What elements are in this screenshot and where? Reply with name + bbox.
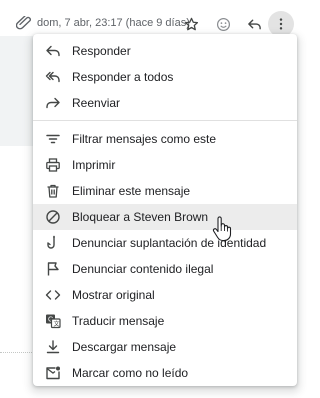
menu-item-reply-all[interactable]: Responder a todos	[33, 64, 297, 90]
translate-icon: G文	[45, 313, 61, 329]
download-icon	[45, 339, 61, 355]
menu-item-print[interactable]: Imprimir	[33, 152, 297, 178]
star-icon	[184, 17, 198, 30]
svg-text:文: 文	[54, 320, 60, 328]
forward-icon	[45, 95, 61, 111]
reply-all-icon	[45, 69, 61, 85]
message-date: dom, 7 abr, 23:17 (hace 9 días)	[37, 17, 190, 29]
menu-item-block-sender[interactable]: Bloquear a Steven Brown	[33, 204, 297, 230]
menu-item-forward[interactable]: Reenviar	[33, 90, 297, 116]
phishing-hook-icon	[45, 235, 61, 251]
menu-item-mark-unread[interactable]: Marcar como no leído	[33, 360, 297, 386]
print-icon	[45, 157, 61, 173]
attachment-icon	[15, 15, 32, 30]
mail-view: dom, 7 abr, 23:17 (hace 9 días) Responde…	[0, 0, 307, 398]
block-icon	[45, 209, 61, 225]
menu-item-report-illegal[interactable]: Denunciar contenido ilegal	[33, 256, 297, 282]
menu-item-filter[interactable]: Filtrar mensajes como este	[33, 126, 297, 152]
flag-icon	[45, 261, 61, 277]
filter-icon	[45, 131, 61, 147]
reply-icon	[247, 19, 261, 29]
code-icon	[45, 287, 61, 303]
menu-item-download[interactable]: Descargar mensaje	[33, 334, 297, 360]
emoji-icon	[216, 17, 230, 31]
menu-divider	[33, 120, 297, 121]
more-vert-icon	[279, 18, 283, 30]
menu-item-translate[interactable]: G文 Traducir mensaje	[33, 308, 297, 334]
mark-unread-icon	[45, 365, 61, 381]
menu-item-report-phishing[interactable]: Denunciar suplantación de identidad	[33, 230, 297, 256]
reply-icon	[45, 43, 61, 59]
message-options-menu: Responder Responder a todos Reenviar Fil…	[33, 34, 297, 386]
trash-icon	[45, 183, 61, 199]
message-header: dom, 7 abr, 23:17 (hace 9 días)	[0, 0, 307, 37]
menu-item-show-original[interactable]: Mostrar original	[33, 282, 297, 308]
menu-item-reply[interactable]: Responder	[33, 38, 297, 64]
menu-item-delete[interactable]: Eliminar este mensaje	[33, 178, 297, 204]
